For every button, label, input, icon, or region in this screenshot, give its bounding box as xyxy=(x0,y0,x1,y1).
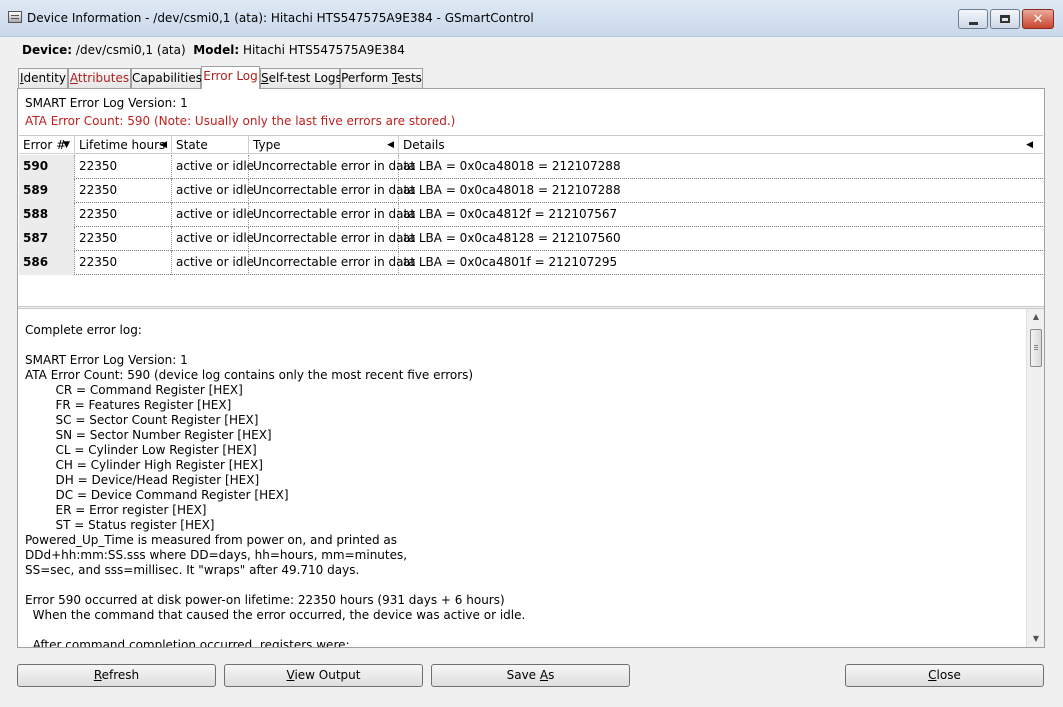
error-log-version: SMART Error Log Version: 1 xyxy=(25,96,188,110)
column-type-label: Type xyxy=(253,138,281,152)
app-window-icon xyxy=(8,11,22,23)
tab-attributes-label: ttributes xyxy=(77,71,130,85)
cell-details: at LBA = 0x0ca48018 = 212107288 xyxy=(403,159,621,173)
sort-arrow-icon: ◀ xyxy=(160,140,167,150)
tab-error-log[interactable]: Error Log xyxy=(201,66,260,89)
cell-lifetime-hours: 22350 xyxy=(75,179,172,203)
cell-error-num: 590 xyxy=(19,155,75,179)
cell-error-num: 587 xyxy=(19,227,75,251)
scroll-up-icon[interactable]: ▲ xyxy=(1027,309,1045,325)
table-row[interactable]: 590 22350 active or idle Uncorrectable erro… xyxy=(19,155,1043,179)
device-info-window: Device Information - /dev/csmi0,1 (ata):… xyxy=(0,0,1063,707)
model-label: Model: xyxy=(193,43,240,57)
refresh-label: efresh xyxy=(101,668,140,682)
column-lifetime-hours[interactable]: Lifetime hours ◀ xyxy=(75,136,172,154)
device-label: Device: xyxy=(22,43,73,57)
cell-details: at LBA = 0x0ca48018 = 212107288 xyxy=(403,183,621,197)
window-title: Device Information - /dev/csmi0,1 (ata):… xyxy=(27,11,534,25)
tab-error-log-label: Error Log xyxy=(203,69,258,83)
device-path: /dev/csmi0,1 (ata) xyxy=(75,43,186,57)
error-table-header: Error # ▼ Lifetime hours ◀ State Type ◀ Det… xyxy=(19,136,1043,154)
cell-details: at LBA = 0x0ca4812f = 212107567 xyxy=(403,207,618,221)
cell-lifetime-hours: 22350 xyxy=(75,227,172,251)
maximize-button[interactable] xyxy=(990,9,1020,29)
cell-type: Uncorrectable error in data xyxy=(249,179,416,203)
cell-type: Uncorrectable error in data xyxy=(249,155,416,179)
cell-state: active or idle xyxy=(172,155,254,179)
minimize-button[interactable] xyxy=(958,9,988,29)
refresh-button[interactable]: Refresh xyxy=(17,664,216,687)
close-icon: ✕ xyxy=(1032,11,1044,27)
cell-state: active or idle xyxy=(172,179,254,203)
view-output-button[interactable]: View Output xyxy=(224,664,423,687)
cell-state: active or idle xyxy=(172,251,254,275)
cell-type: Uncorrectable error in data xyxy=(249,251,416,275)
sort-arrow-icon: ◀ xyxy=(387,140,394,150)
tab-self-test-logs[interactable]: Self-test Logs xyxy=(260,68,342,88)
column-error-num-label: Error # xyxy=(23,138,67,152)
sort-desc-icon: ▼ xyxy=(63,140,70,150)
column-error-num[interactable]: Error # ▼ xyxy=(19,136,75,154)
cell-lifetime-hours: 22350 xyxy=(75,203,172,227)
sort-arrow-icon: ◀ xyxy=(1026,140,1033,150)
cell-details: at LBA = 0x0ca48128 = 212107560 xyxy=(403,231,621,245)
log-scrollbar[interactable]: ▲ ▼ xyxy=(1026,309,1044,647)
tab-self-test-label: elf-test Logs xyxy=(268,71,342,85)
view-output-label: iew Output xyxy=(294,668,361,682)
close-window-button[interactable]: ✕ xyxy=(1022,9,1054,29)
tab-capabilities[interactable]: Capabilities xyxy=(131,68,202,88)
save-as-pre: Save xyxy=(506,668,540,682)
error-count-note: ATA Error Count: 590 (Note: Usually only… xyxy=(25,114,456,128)
refresh-mnemonic: R xyxy=(93,668,102,682)
scroll-thumb[interactable] xyxy=(1030,329,1042,367)
cell-type: Uncorrectable error in data xyxy=(249,203,416,227)
minimize-icon xyxy=(968,21,978,25)
cell-error-num: 588 xyxy=(19,203,75,227)
table-row[interactable]: 587 22350 active or idle Uncorrectable erro… xyxy=(19,227,1043,251)
tab-attributes[interactable]: Attributes xyxy=(68,68,131,88)
cell-state: active or idle xyxy=(172,203,254,227)
title-bar[interactable]: Device Information - /dev/csmi0,1 (ata):… xyxy=(0,0,1063,37)
column-lifetime-hours-label: Lifetime hours xyxy=(79,138,166,152)
device-summary: Device: /dev/csmi0,1 (ata) Model: Hitach… xyxy=(22,43,405,57)
column-state[interactable]: State xyxy=(172,136,249,154)
cell-error-num: 586 xyxy=(19,251,75,275)
tab-perform-pre: Perform xyxy=(341,71,393,85)
tab-self-test-mnemonic: S xyxy=(261,71,269,85)
table-row[interactable]: 586 22350 active or idle Uncorrectable erro… xyxy=(19,251,1043,275)
tab-capabilities-label: Capabilities xyxy=(132,71,202,85)
column-details-label: Details xyxy=(403,138,445,152)
cell-details: at LBA = 0x0ca4801f = 212107295 xyxy=(403,255,618,269)
cell-error-num: 589 xyxy=(19,179,75,203)
error-table[interactable]: Error # ▼ Lifetime hours ◀ State Type ◀ Det… xyxy=(19,135,1043,301)
error-log-panel: SMART Error Log Version: 1 ATA Error Cou… xyxy=(17,88,1045,648)
save-as-mnemonic: A xyxy=(539,668,549,682)
tab-attributes-mnemonic: A xyxy=(69,71,78,85)
cell-state: active or idle xyxy=(172,227,254,251)
cell-lifetime-hours: 22350 xyxy=(75,155,172,179)
cell-lifetime-hours: 22350 xyxy=(75,251,172,275)
cell-type: Uncorrectable error in data xyxy=(249,227,416,251)
tab-identity-label: dentity xyxy=(23,71,66,85)
complete-error-log[interactable]: Complete error log: SMART Error Log Vers… xyxy=(18,309,1026,647)
complete-error-log-text: Complete error log: SMART Error Log Vers… xyxy=(25,323,526,647)
save-as-label: s xyxy=(548,668,555,682)
maximize-icon xyxy=(1000,15,1010,23)
table-row[interactable]: 589 22350 active or idle Uncorrectable erro… xyxy=(19,179,1043,203)
column-state-label: State xyxy=(176,138,208,152)
tab-identity[interactable]: Identity xyxy=(18,68,68,88)
save-as-button[interactable]: Save As xyxy=(431,664,630,687)
column-details[interactable]: Details ◀ xyxy=(399,136,1043,154)
tab-perform-label: ests xyxy=(397,71,422,85)
scroll-down-icon[interactable]: ▼ xyxy=(1027,631,1045,647)
close-label: lose xyxy=(936,668,961,682)
close-mnemonic: C xyxy=(928,668,937,682)
column-type[interactable]: Type ◀ xyxy=(249,136,399,154)
tab-perform-tests[interactable]: Perform Tests xyxy=(340,68,423,88)
table-row[interactable]: 588 22350 active or idle Uncorrectable erro… xyxy=(19,203,1043,227)
close-button[interactable]: Close xyxy=(845,664,1044,687)
model-name: Hitachi HTS547575A9E384 xyxy=(242,43,405,57)
